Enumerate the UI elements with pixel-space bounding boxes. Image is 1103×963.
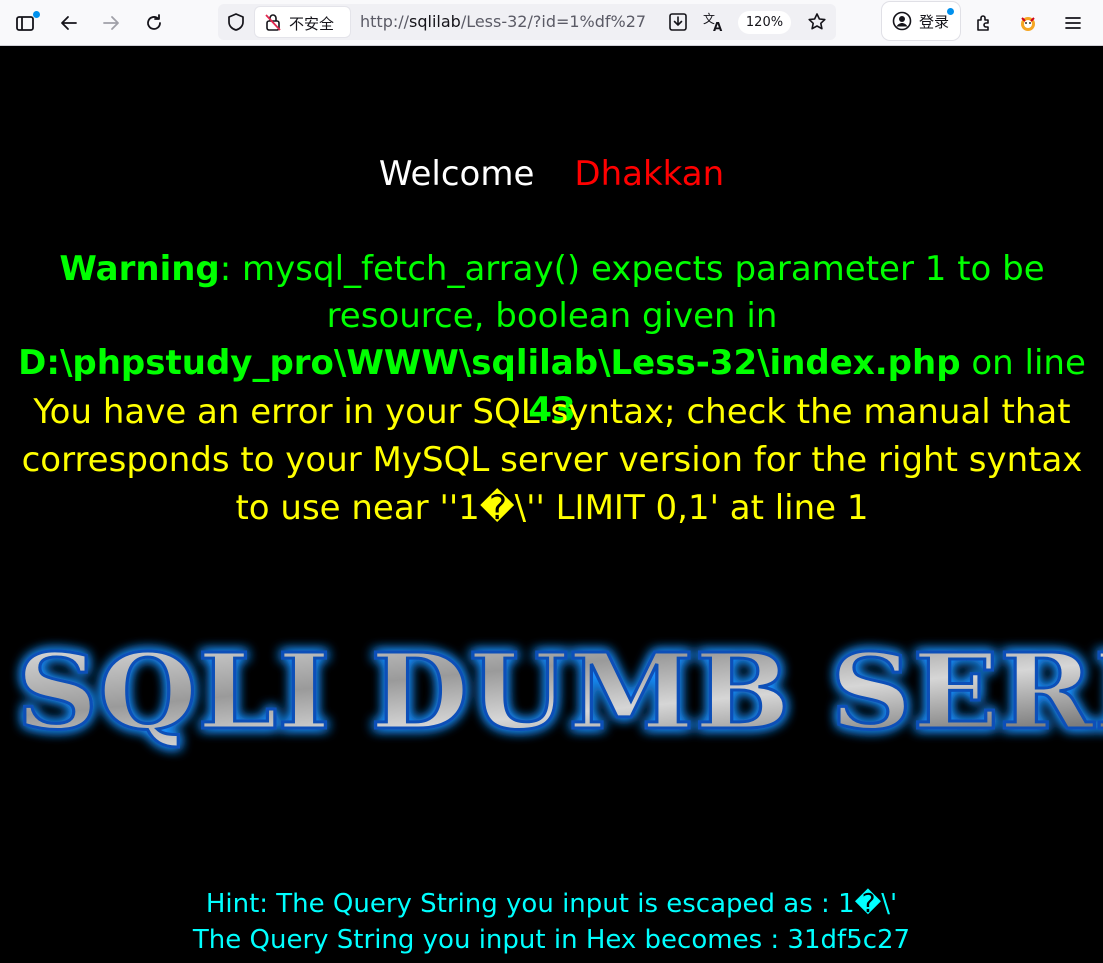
arrow-left-icon — [58, 12, 80, 34]
hamburger-icon — [1063, 13, 1083, 33]
hint-hex: The Query String you input in Hex become… — [192, 925, 911, 955]
translate-icon[interactable]: 文A — [702, 10, 726, 38]
welcome-line: Welcome Dhakkan — [0, 154, 1103, 194]
url-prefix: http:// — [360, 12, 410, 31]
logo-text: SQLI DUMB SERIES — [16, 630, 1103, 753]
download-icon[interactable] — [667, 11, 689, 37]
arrow-right-icon — [100, 12, 122, 34]
warning-path: D:\phpstudy_pro\WWW\sqlilab\Less-32\inde… — [18, 343, 961, 383]
account-login-button[interactable]: 登录 — [882, 2, 960, 40]
sidebar-toggle-button[interactable] — [10, 8, 40, 38]
url-host: sqlilab — [409, 12, 461, 31]
hint-escaped: Hint: The Query String you input is esca… — [205, 889, 898, 919]
welcome-name: Dhakkan — [574, 154, 725, 194]
svg-text:A: A — [713, 20, 723, 34]
extension-addon-button[interactable] — [1013, 8, 1043, 38]
warning-label: Warning — [59, 249, 220, 289]
warning-text: : mysql_fetch_array() expects parameter … — [219, 249, 1045, 336]
sql-error-message: You have an error in your SQL syntax; ch… — [21, 392, 1083, 528]
extensions-button[interactable] — [969, 8, 999, 38]
hint-block: Hint: The Query String you input is esca… — [0, 886, 1103, 958]
account-icon — [892, 11, 912, 35]
sqli-dumb-series-logo: SQLI DUMB SERIES — [0, 606, 1103, 776]
login-notification-dot — [947, 8, 954, 15]
warning-online-text: on line — [960, 343, 1086, 383]
page-content: Welcome Dhakkan Warning: mysql_fetch_arra… — [0, 46, 1103, 963]
welcome-label: Welcome — [378, 154, 535, 194]
shield-icon[interactable] — [225, 11, 247, 37]
bookmark-star-icon[interactable] — [806, 11, 828, 37]
reload-icon — [143, 12, 165, 34]
connection-insecure-button[interactable]: 不安全 — [255, 7, 350, 37]
url-bar[interactable]: 不安全 http://sqlilab/Less-32/?id=1%df%27 文… — [218, 4, 836, 40]
zoom-level-button[interactable]: 120% — [738, 11, 791, 34]
reload-button[interactable] — [139, 8, 169, 38]
insecure-lock-icon — [263, 12, 283, 36]
fox-extension-icon — [1017, 12, 1039, 34]
url-text[interactable]: http://sqlilab/Less-32/?id=1%df%27 — [360, 12, 646, 31]
insecure-label: 不安全 — [289, 15, 335, 33]
puzzle-icon — [973, 12, 995, 34]
notification-dot — [33, 11, 40, 18]
back-button[interactable] — [54, 8, 84, 38]
browser-toolbar: 不安全 http://sqlilab/Less-32/?id=1%df%27 文… — [0, 0, 1103, 46]
login-label: 登录 — [919, 13, 950, 31]
forward-button[interactable] — [96, 8, 126, 38]
menu-button[interactable] — [1058, 8, 1088, 38]
url-path: /Less-32/?id=1%df%27 — [460, 12, 647, 31]
